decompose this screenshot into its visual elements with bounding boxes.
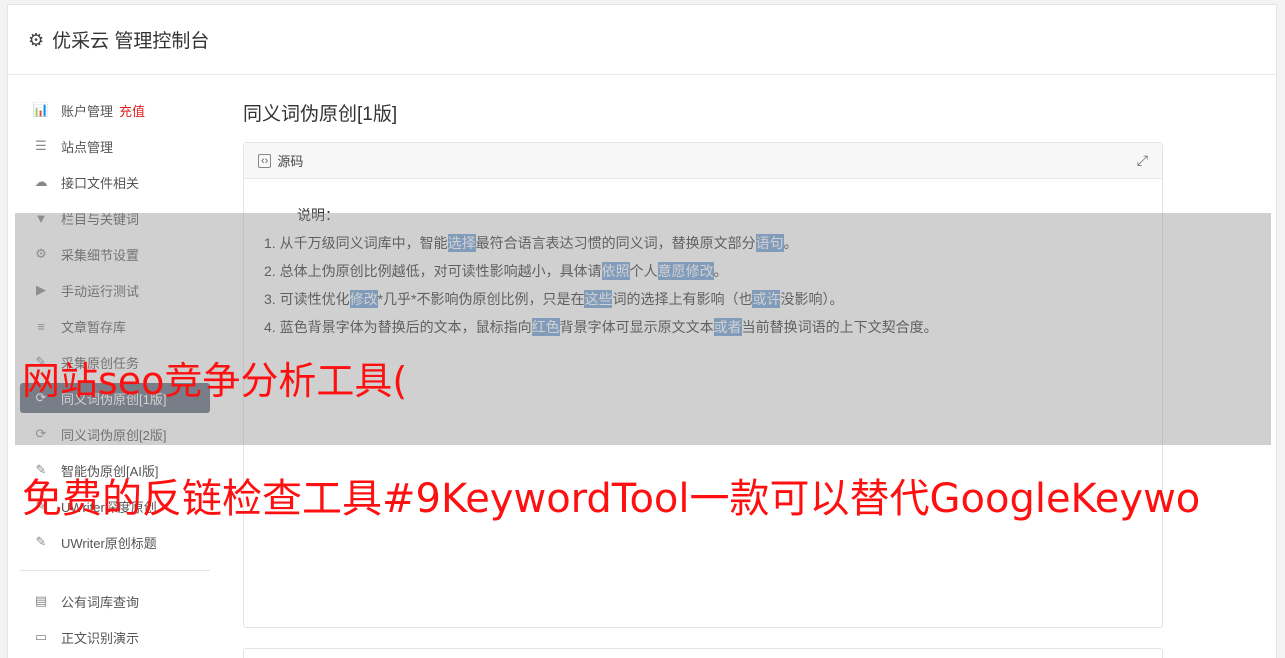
recharge-link[interactable]: 充值 (119, 101, 145, 120)
sidebar-item-label: 公有词库查询 (61, 594, 140, 610)
book-icon: ▤ (34, 593, 48, 608)
overlay-text-line2: 免费的反链检查工具#9KeywordTool一款可以替代GoogleKeywo (22, 476, 1201, 522)
sidebar-item-label: 账户管理 (61, 103, 114, 119)
overlay-text-line1: 网站seo竞争分析工具( (22, 359, 408, 403)
window-icon: ▭ (34, 629, 48, 644)
bar-chart-icon: 📊 (32, 102, 50, 117)
sidebar-item-13[interactable]: ✎ UWriter原创标题 (20, 524, 210, 560)
sidebar-item-3[interactable]: ☁ 接口文件相关 (20, 164, 210, 200)
page-title: 同义词伪原创[1版] (243, 104, 398, 125)
sidebar-item-1[interactable]: ▤ 公有词库查询 (20, 583, 210, 619)
app-title: 优采云 管理控制台 (52, 31, 210, 52)
sidebar-item-1[interactable]: 📊 账户管理 充值 (20, 92, 210, 128)
second-panel (243, 648, 1163, 658)
sidebar-item-label: 站点管理 (61, 139, 114, 155)
sidebar-divider (20, 570, 210, 571)
cloud-upload-icon: ☁ (34, 174, 48, 189)
server-icon: ☰ (35, 138, 47, 153)
sidebar-item-label: 接口文件相关 (61, 175, 140, 191)
edit-icon: ✎ (35, 534, 47, 549)
gear-icon[interactable]: ⚙ (28, 31, 44, 49)
expand-icon[interactable]: ⤢ (1137, 152, 1148, 169)
sidebar-menu-secondary: ▤ 公有词库查询 ▭ 正文识别演示 (20, 583, 210, 655)
sidebar-item-label: 正文识别演示 (61, 630, 140, 646)
grey-overlay (15, 213, 1271, 445)
sidebar-item-2[interactable]: ▭ 正文识别演示 (20, 619, 210, 655)
top-header: ⚙ 优采云 管理控制台 (8, 5, 1276, 75)
panel-header: ‹› 源码 ⤢ (244, 143, 1162, 179)
sidebar-item-2[interactable]: ☰ 站点管理 (20, 128, 210, 164)
code-icon: ‹› (258, 153, 272, 168)
panel-title: 源码 (277, 154, 304, 169)
sidebar-item-label: UWriter原创标题 (61, 535, 157, 551)
